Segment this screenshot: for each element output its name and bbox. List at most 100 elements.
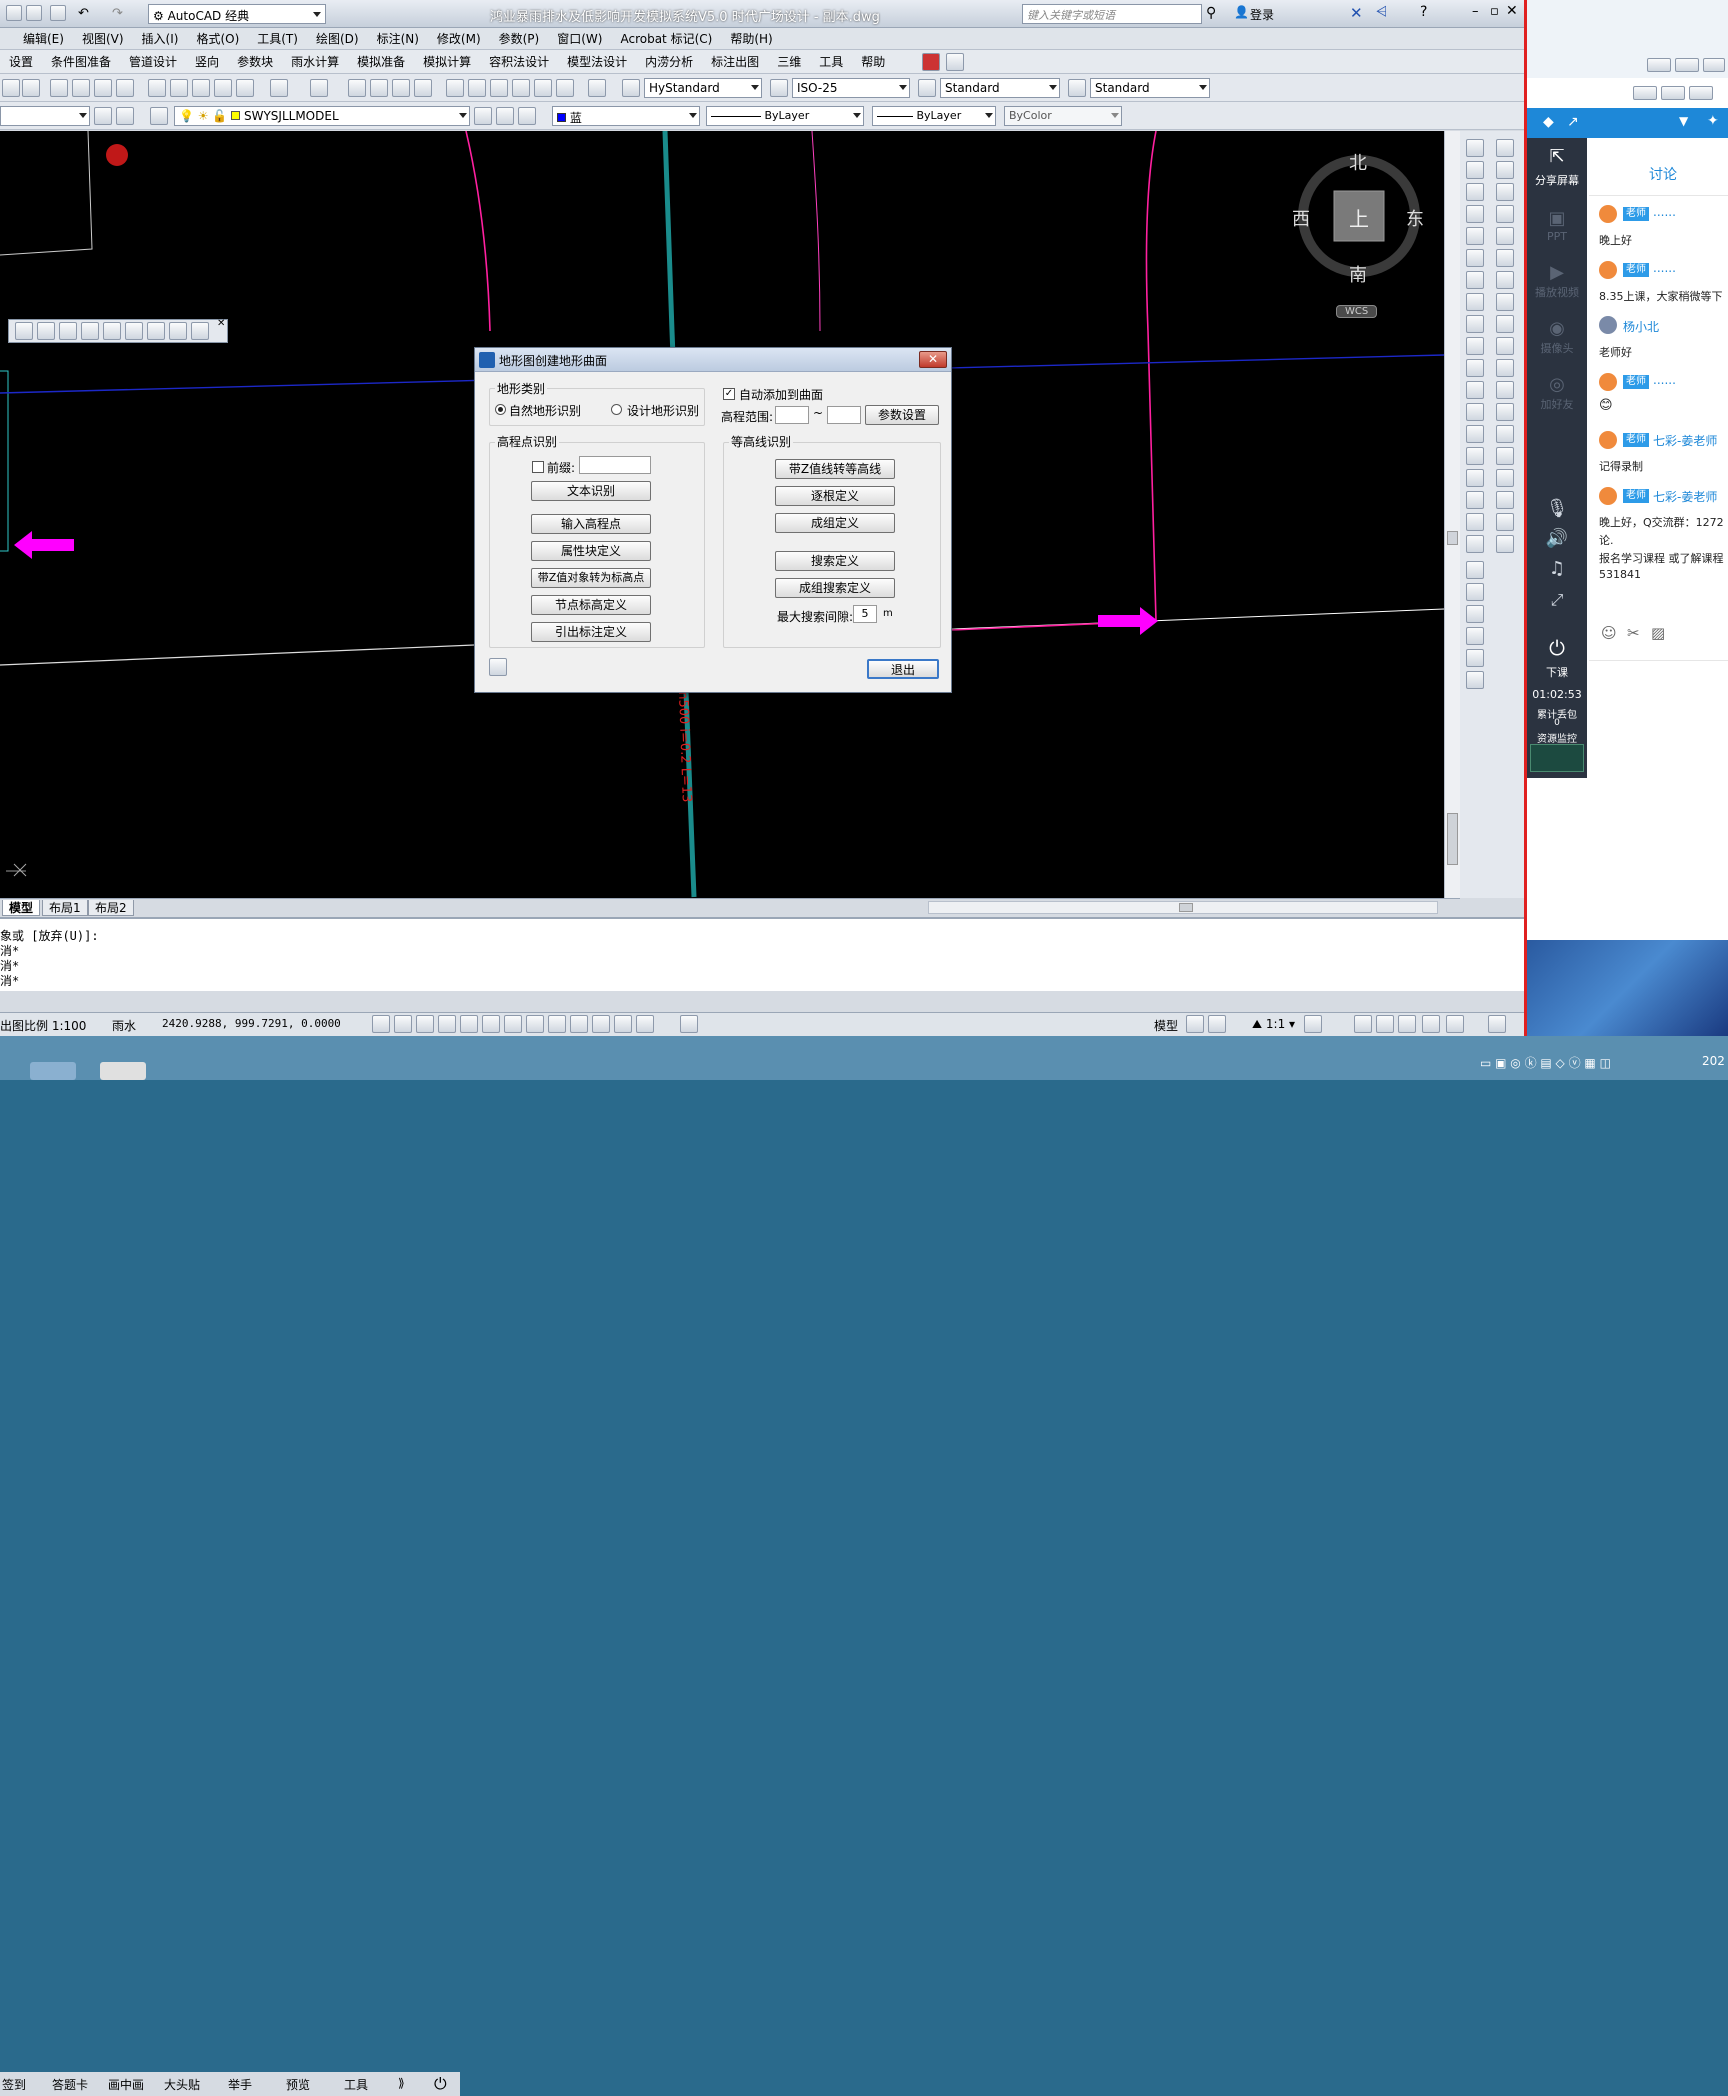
layer-select[interactable]: 💡 ☀ 🔓 SWYSJLLMODEL [174,106,470,126]
plugin-menu-item[interactable]: 帮助 [852,51,894,73]
text-recognize-button[interactable]: 文本识别 [531,481,651,501]
sender-name[interactable]: 七彩-姜老师 [1653,432,1717,449]
close-button[interactable]: ✕ [1506,3,1518,19]
binoculars-icon[interactable]: ⚲ [1206,5,1216,21]
raise-hand-button[interactable]: 举手 [228,2076,252,2093]
minimize-button[interactable]: – [1472,4,1479,19]
snap-icon[interactable] [372,1015,390,1033]
command-line[interactable]: 象或 [放弃(U)]: 消* 消* 消* [0,917,1524,991]
menu-item[interactable]: 编辑(E) [14,28,73,50]
elev-min-input[interactable] [775,406,809,424]
text-style-icon[interactable] [622,79,640,97]
menu-item[interactable]: 帮助(H) [721,28,781,50]
plugin-menu-item[interactable]: 模拟计算 [414,51,480,73]
justify-text-icon[interactable] [169,322,187,340]
menu-item[interactable]: 标注(N) [368,28,428,50]
draw-tool-icon[interactable] [1466,139,1484,157]
zoom-window-icon[interactable] [392,79,410,97]
taskbar-app-1[interactable] [30,1062,76,1080]
draw-tool-icon[interactable] [1466,447,1484,465]
save-icon[interactable] [22,79,40,97]
share-screen-icon[interactable]: ⇱ [1527,146,1587,167]
layer-state-select[interactable] [0,106,90,126]
group-def-button[interactable]: 成组定义 [775,513,895,533]
close-button[interactable] [1703,58,1725,72]
tab-layout2[interactable]: 布局2 [88,900,134,916]
image-icon[interactable]: ▨ [1651,624,1665,642]
color-select[interactable]: 蓝 [552,106,700,126]
menu-item[interactable]: 工具(T) [248,28,307,50]
layer-previous-icon[interactable] [496,107,514,125]
convert-text-icon[interactable] [191,322,209,340]
z-to-contour-button[interactable]: 带Z值线转等高线 [775,459,895,479]
tool-palette-icon[interactable] [490,79,508,97]
cut-icon[interactable] [148,79,166,97]
viewcube-north[interactable]: 北 [1349,149,1367,175]
mode-select[interactable]: 雨水 [112,1017,136,1034]
ducs-icon[interactable] [526,1015,544,1033]
ortho-icon[interactable] [416,1015,434,1033]
layer-settings-icon[interactable] [94,107,112,125]
modify-tool-icon[interactable] [1496,359,1514,377]
ppt-icon[interactable]: ▣ [1527,208,1587,229]
undo-icon[interactable] [270,79,288,97]
draw-tool-icon[interactable] [1466,293,1484,311]
group-search-button[interactable]: 成组搜索定义 [775,578,895,598]
modify-tool-icon[interactable] [1496,535,1514,553]
resource-monitor-label[interactable]: 资源监控 [1527,730,1587,745]
layout-icon[interactable] [1186,1015,1204,1033]
new-file-icon[interactable] [6,5,22,21]
minimize-button[interactable] [1647,58,1671,72]
find-text-icon[interactable] [81,322,99,340]
emoji-icon[interactable]: ☺ [1601,624,1617,642]
open-icon[interactable] [2,79,20,97]
viewcube-south[interactable]: 南 [1349,261,1367,287]
draw-tool-icon[interactable] [1466,271,1484,289]
table-style-icon[interactable] [918,79,936,97]
match-prop-icon[interactable] [236,79,254,97]
menu-item[interactable]: 参数(P) [490,28,549,50]
minimize-button-2[interactable] [1633,86,1657,100]
redo-icon[interactable] [310,79,328,97]
plugin-menu-item[interactable]: 三维 [768,51,810,73]
preview-button[interactable]: 预览 [286,2076,310,2093]
login-link[interactable]: 登录 [1250,6,1274,23]
horizontal-scrollbar[interactable] [928,901,1438,914]
close-icon[interactable]: ✕ [217,318,225,329]
dim-tool-icon[interactable] [1466,561,1484,579]
modify-tool-icon[interactable] [1496,447,1514,465]
calculator-icon[interactable] [556,79,574,97]
markup-icon[interactable] [534,79,552,97]
draw-tool-icon[interactable] [1466,227,1484,245]
plot-scale[interactable]: 出图比例 1:100 [0,1017,86,1034]
auto-add-checkbox[interactable]: ✓ [723,388,735,400]
draw-tool-icon[interactable] [1466,337,1484,355]
draw-tool-icon[interactable] [1466,469,1484,487]
modify-tool-icon[interactable] [1496,403,1514,421]
share-icon[interactable]: ↗ [1567,114,1579,130]
menu-item[interactable]: 插入(I) [133,28,188,50]
layer-properties-icon[interactable] [150,107,168,125]
print-icon[interactable] [50,5,66,21]
exit-button[interactable]: 退出 [867,659,939,679]
menu-item[interactable]: 格式(O) [187,28,248,50]
undo-icon[interactable]: ↶ [78,6,89,21]
scroll-thumb[interactable] [1179,903,1193,912]
modify-tool-icon[interactable] [1496,293,1514,311]
draw-tool-icon[interactable] [1466,315,1484,333]
plotstyle-select[interactable]: ByColor [1004,106,1122,126]
sender-name[interactable]: 杨小北 [1623,318,1659,335]
one-by-one-button[interactable]: 逐根定义 [775,486,895,506]
add-friend-icon[interactable]: ◎ [1527,374,1587,395]
max-gap-input[interactable]: 5 [853,605,877,623]
tray-settings-icon[interactable] [1446,1015,1464,1033]
draw-tool-icon[interactable] [1466,205,1484,223]
draw-tool-icon[interactable] [1466,183,1484,201]
edit-text-icon[interactable] [59,322,77,340]
tools-button[interactable]: 工具 [344,2076,368,2093]
plugin-menu-item[interactable]: 管道设计 [120,51,186,73]
modify-tool-icon[interactable] [1496,249,1514,267]
clean-screen-icon[interactable] [1488,1015,1506,1033]
tab-model[interactable]: 模型 [2,900,41,916]
prefix-checkbox[interactable] [532,461,544,473]
